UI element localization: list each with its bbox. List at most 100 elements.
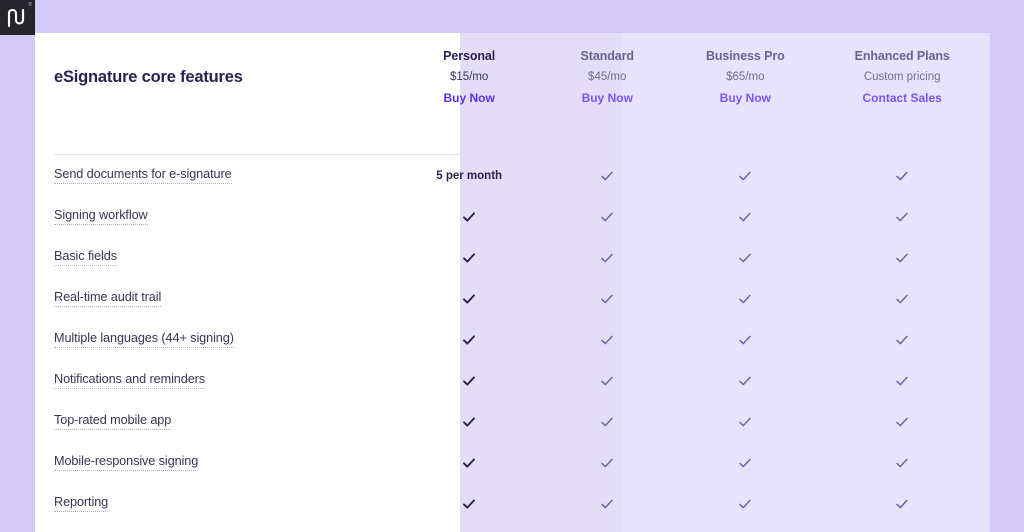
- check-icon: [896, 458, 908, 467]
- feature-value-cell: [538, 250, 676, 266]
- feature-label-cell: Top-rated mobile app: [35, 413, 400, 430]
- feature-value-cell: [676, 168, 814, 184]
- table-row: Signing workflow: [35, 196, 990, 237]
- plan-cta-personal[interactable]: Buy Now: [443, 91, 494, 105]
- feature-value-cell: [814, 332, 990, 348]
- check-icon: [601, 417, 613, 426]
- feature-label[interactable]: Real-time audit trail: [54, 290, 161, 307]
- check-icon: [601, 335, 613, 344]
- feature-label-cell: Basic fields: [35, 249, 400, 266]
- check-icon: [739, 458, 752, 467]
- check-icon: [896, 171, 908, 180]
- feature-value-cell: [400, 455, 538, 471]
- feature-value-cell: [676, 496, 814, 512]
- feature-value-cell: [814, 209, 990, 225]
- feature-label-cell: Signing workflow: [35, 208, 400, 225]
- check-icon: [601, 499, 613, 508]
- feature-rows: Send documents for e-signature 5 per mont…: [35, 155, 990, 532]
- table-header-row: eSignature core features Personal $15/mo…: [35, 33, 990, 121]
- plan-cta-business-pro[interactable]: Buy Now: [720, 91, 771, 105]
- feature-value-cell: [538, 496, 676, 512]
- check-icon: [896, 294, 908, 303]
- table-row: Top-rated mobile app: [35, 401, 990, 442]
- feature-label-cell: Reporting: [35, 495, 400, 512]
- check-icon: [896, 499, 908, 508]
- plan-name-personal: Personal: [443, 49, 496, 63]
- check-icon: [601, 212, 613, 221]
- check-icon: [896, 253, 908, 262]
- table-row: Send documents for e-signature 5 per mont…: [35, 155, 990, 196]
- check-icon: [896, 376, 908, 385]
- table-row: Multiple languages (44+ signing): [35, 319, 990, 360]
- feature-value-cell: 5 per month: [400, 170, 538, 182]
- check-icon: [601, 458, 613, 467]
- feature-value-text: 5 per month: [436, 169, 503, 182]
- feature-label[interactable]: Mobile-responsive signing: [54, 454, 198, 471]
- feature-value-cell: [400, 332, 538, 348]
- table-row: Reusable templates: [35, 524, 990, 532]
- feature-value-cell: [814, 291, 990, 307]
- feature-value-cell: [538, 291, 676, 307]
- feature-label[interactable]: Basic fields: [54, 249, 117, 266]
- feature-label-cell: Real-time audit trail: [35, 290, 400, 307]
- pricing-comparison-table: eSignature core features Personal $15/mo…: [35, 33, 990, 532]
- feature-label[interactable]: Send documents for e-signature: [54, 167, 232, 184]
- check-icon: [463, 252, 476, 263]
- table-row: Mobile-responsive signing: [35, 442, 990, 483]
- feature-label-cell: Multiple languages (44+ signing): [35, 331, 400, 348]
- feature-value-cell: [814, 168, 990, 184]
- check-icon: [463, 334, 476, 345]
- plan-price-enhanced-plans: Custom pricing: [863, 71, 941, 83]
- check-icon: [601, 376, 613, 385]
- feature-value-cell: [814, 373, 990, 389]
- feature-value-cell: [538, 414, 676, 430]
- pandadoc-logo[interactable]: ®: [0, 0, 35, 35]
- plan-name-enhanced-plans: Enhanced Plans: [854, 49, 950, 63]
- feature-value-cell: [538, 455, 676, 471]
- feature-value-cell: [400, 414, 538, 430]
- check-icon: [463, 211, 476, 222]
- feature-value-cell: [814, 414, 990, 430]
- feature-label[interactable]: Reporting: [54, 495, 108, 512]
- feature-value-cell: [400, 373, 538, 389]
- check-icon: [463, 375, 476, 386]
- check-icon: [896, 212, 908, 221]
- check-icon: [896, 417, 908, 426]
- check-icon: [739, 212, 752, 221]
- check-icon: [739, 417, 752, 426]
- registered-mark: ®: [28, 2, 32, 8]
- feature-value-cell: [676, 291, 814, 307]
- plan-column-personal: Personal $15/mo Buy Now: [400, 49, 538, 105]
- check-icon: [739, 499, 752, 508]
- check-icon: [463, 498, 476, 509]
- feature-label[interactable]: Top-rated mobile app: [54, 413, 171, 430]
- feature-value-cell: [676, 414, 814, 430]
- check-icon: [739, 253, 752, 262]
- table-row: Reporting: [35, 483, 990, 524]
- feature-value-cell: [814, 250, 990, 266]
- plan-column-business-pro: Business Pro $65/mo Buy Now: [676, 49, 814, 105]
- feature-label-cell: Send documents for e-signature: [35, 167, 400, 184]
- check-icon: [896, 335, 908, 344]
- feature-label[interactable]: Signing workflow: [54, 208, 148, 225]
- feature-label-cell: Notifications and reminders: [35, 372, 400, 389]
- plan-price-business-pro: $65/mo: [726, 71, 765, 83]
- check-icon: [601, 171, 613, 180]
- plan-cta-standard[interactable]: Buy Now: [582, 91, 633, 105]
- feature-value-cell: [538, 373, 676, 389]
- feature-value-cell: [676, 250, 814, 266]
- feature-value-cell: [538, 168, 676, 184]
- feature-value-cell: [676, 332, 814, 348]
- check-icon: [739, 171, 752, 180]
- feature-value-cell: [538, 209, 676, 225]
- plan-column-enhanced-plans: Enhanced Plans Custom pricing Contact Sa…: [814, 49, 990, 105]
- check-icon: [463, 457, 476, 468]
- plan-name-business-pro: Business Pro: [705, 49, 785, 63]
- check-icon: [601, 294, 613, 303]
- feature-value-cell: [400, 496, 538, 512]
- feature-label[interactable]: Multiple languages (44+ signing): [54, 331, 234, 348]
- check-icon: [463, 293, 476, 304]
- plan-cta-enhanced-plans[interactable]: Contact Sales: [863, 91, 942, 105]
- feature-label[interactable]: Notifications and reminders: [54, 372, 205, 389]
- feature-value-cell: [538, 332, 676, 348]
